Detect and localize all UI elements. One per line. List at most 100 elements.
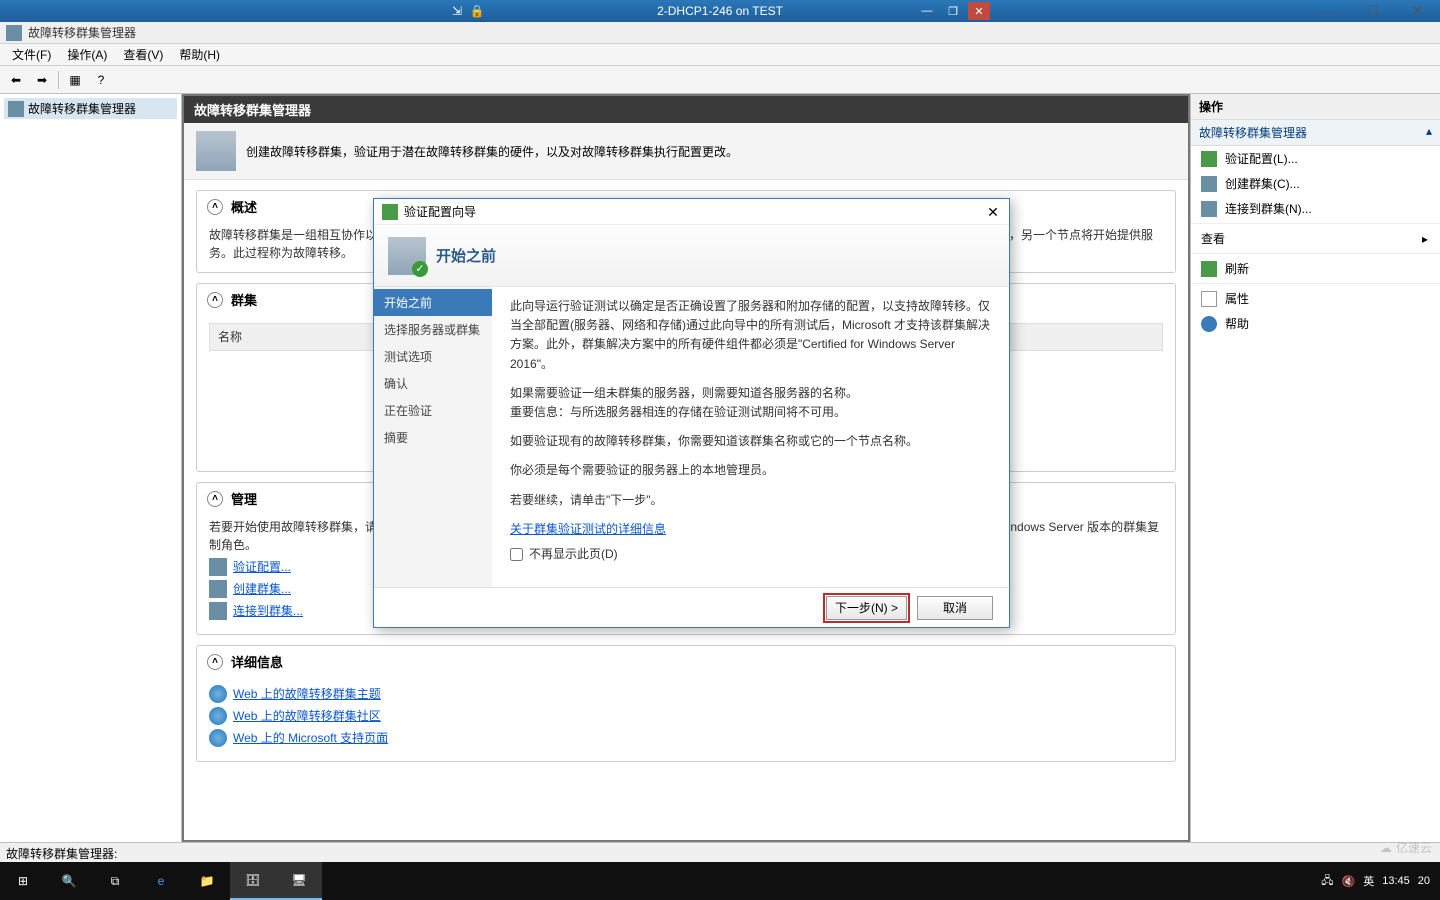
statusbar: 故障转移群集管理器: [0, 842, 1440, 862]
mgmt-link-label: 创建群集... [233, 580, 291, 598]
wizard-cancel-button[interactable]: 取消 [917, 596, 993, 620]
validate-icon [209, 558, 227, 576]
tray-ime[interactable]: 英 [1363, 873, 1374, 889]
wizard-banner-icon [388, 237, 426, 275]
menubar: 文件(F) 操作(A) 查看(V) 帮助(H) [0, 44, 1440, 66]
intro-text: 创建故障转移群集，验证用于潜在故障转移群集的硬件，以及对故障转移群集执行配置更改… [246, 143, 738, 160]
action-properties[interactable]: 属性 [1191, 286, 1440, 311]
win-maximize-button[interactable]: ☐ [1350, 0, 1395, 22]
action-help[interactable]: 帮助 [1191, 311, 1440, 336]
tree-root-node[interactable]: 故障转移群集管理器 [4, 98, 177, 119]
nav-back-button[interactable]: ⬅ [4, 69, 28, 91]
pane-toggle-button[interactable]: ▦ [63, 69, 87, 91]
taskbar-ie-icon[interactable]: e [138, 862, 184, 900]
wizard-nav-item[interactable]: 摘要 [374, 424, 492, 451]
chevron-up-icon[interactable]: ˄ [207, 491, 223, 507]
watermark-text: 亿速云 [1396, 839, 1432, 856]
menu-file[interactable]: 文件(F) [4, 44, 59, 65]
detail-link-topics[interactable]: Web 上的故障转移群集主题 [209, 685, 1163, 703]
wizard-footer: 下一步(N) > 取消 [374, 587, 1009, 627]
detail-link-support[interactable]: Web 上的 Microsoft 支持页面 [209, 729, 1163, 747]
vm-titlebar: ⇲ 🔒 2-DHCP1-246 on TEST — ❐ ✕ [0, 0, 1440, 22]
wizard-nav-item[interactable]: 测试选项 [374, 343, 492, 370]
help-icon [1201, 316, 1217, 332]
wizard-nav-item[interactable]: 确认 [374, 370, 492, 397]
wizard-details-link[interactable]: 关于群集验证测试的详细信息 [510, 522, 666, 536]
section-details: ˄详细信息 Web 上的故障转移群集主题 Web 上的故障转移群集社区 Web … [196, 645, 1176, 762]
actions-subheader[interactable]: 故障转移群集管理器 [1191, 120, 1440, 146]
wizard-nav: 开始之前 选择服务器或群集 测试选项 确认 正在验证 摘要 [374, 287, 492, 587]
action-connect-cluster[interactable]: 连接到群集(N)... [1191, 196, 1440, 221]
validate-config-wizard: 验证配置向导 ✕ 开始之前 开始之前 选择服务器或群集 测试选项 确认 正在验证… [373, 198, 1010, 628]
action-create-cluster[interactable]: 创建群集(C)... [1191, 171, 1440, 196]
wizard-dont-show-checkbox[interactable] [510, 548, 523, 561]
taskbar-servermgr-icon[interactable]: 🗄 [230, 862, 276, 900]
task-view-button[interactable]: ⧉ [92, 862, 138, 900]
wizard-paragraph: 如果需要验证一组未群集的服务器，则需要知道各服务器的名称。 [510, 386, 858, 400]
tray-volume-icon[interactable]: 🔇 [1342, 875, 1356, 888]
wizard-nav-item[interactable]: 正在验证 [374, 397, 492, 424]
wizard-nav-item[interactable]: 开始之前 [374, 289, 492, 316]
action-label: 连接到群集(N)... [1225, 200, 1312, 217]
pin-icon[interactable]: ⇲ [450, 4, 464, 18]
start-button[interactable]: ⊞ [0, 862, 46, 900]
wizard-paragraph: 若要继续，请单击"下一步"。 [510, 491, 991, 510]
system-tray: 🖧 🔇 英 13:45 20 [1321, 872, 1440, 891]
nav-fwd-button[interactable]: ➡ [30, 69, 54, 91]
actions-pane: 操作 故障转移群集管理器 验证配置(L)... 创建群集(C)... 连接到群集… [1190, 94, 1440, 842]
menu-view[interactable]: 查看(V) [115, 44, 171, 65]
app-titlebar: 故障转移群集管理器 — ☐ ✕ [0, 22, 1440, 44]
chevron-up-icon[interactable]: ˄ [207, 654, 223, 670]
globe-icon [209, 729, 227, 747]
separator [58, 71, 59, 89]
taskbar-clustermgr-icon[interactable]: 🖥 [276, 862, 322, 900]
tray-clock[interactable]: 13:45 [1382, 875, 1410, 887]
chevron-up-icon[interactable]: ˄ [207, 199, 223, 215]
lock-icon[interactable]: 🔒 [470, 4, 484, 18]
menu-help[interactable]: 帮助(H) [171, 44, 228, 65]
action-label: 刷新 [1225, 260, 1249, 277]
center-intro: 创建故障转移群集，验证用于潜在故障转移群集的硬件，以及对故障转移群集执行配置更改… [184, 123, 1188, 180]
search-button[interactable]: 🔍 [46, 862, 92, 900]
win-minimize-button[interactable]: — [1305, 0, 1350, 22]
taskbar-explorer-icon[interactable]: 📁 [184, 862, 230, 900]
watermark: ☁ 亿速云 [1380, 839, 1432, 856]
wizard-paragraph: 如要验证现有的故障转移群集，你需要知道该群集名称或它的一个节点名称。 [510, 432, 991, 451]
chevron-right-icon: ▸ [1422, 232, 1428, 246]
wizard-nav-item[interactable]: 选择服务器或群集 [374, 316, 492, 343]
wizard-next-button[interactable]: 下一步(N) > [826, 596, 907, 620]
app-icon [6, 25, 22, 41]
refresh-icon [1201, 261, 1217, 277]
detail-link-community[interactable]: Web 上的故障转移群集社区 [209, 707, 1163, 725]
wizard-close-button[interactable]: ✕ [983, 202, 1003, 222]
wizard-checkbox-label: 不再显示此页(D) [529, 545, 618, 564]
action-validate[interactable]: 验证配置(L)... [1191, 146, 1440, 171]
action-refresh[interactable]: 刷新 [1191, 256, 1440, 281]
action-view[interactable]: 查看▸ [1191, 226, 1440, 251]
vm-close-button[interactable]: ✕ [968, 2, 990, 20]
connect-cluster-icon [1201, 201, 1217, 217]
globe-icon [209, 707, 227, 725]
tray-date-partial: 20 [1418, 875, 1430, 887]
vm-minimize-button[interactable]: — [916, 2, 938, 20]
action-label: 帮助 [1225, 315, 1249, 332]
tree-root-label: 故障转移群集管理器 [28, 100, 136, 117]
tray-network-icon[interactable]: 🖧 [1321, 872, 1333, 891]
wizard-content: 此向导运行验证测试以确定是否正确设置了服务器和附加存储的配置，以支持故障转移。仅… [492, 287, 1009, 587]
actions-header: 操作 [1191, 94, 1440, 120]
detail-link-label: Web 上的 Microsoft 支持页面 [233, 729, 388, 747]
wizard-titlebar[interactable]: 验证配置向导 ✕ [374, 199, 1009, 225]
win-close-button[interactable]: ✕ [1395, 0, 1440, 22]
menu-action[interactable]: 操作(A) [59, 44, 115, 65]
connect-icon [209, 602, 227, 620]
clusters-heading: 群集 [231, 290, 257, 309]
create-icon [209, 580, 227, 598]
create-cluster-icon [1201, 176, 1217, 192]
vm-restore-button[interactable]: ❐ [942, 2, 964, 20]
help-toolbar-button[interactable]: ? [89, 69, 113, 91]
action-label: 验证配置(L)... [1225, 150, 1298, 167]
chevron-up-icon[interactable]: ˄ [207, 292, 223, 308]
mgmt-link-label: 验证配置... [233, 558, 291, 576]
status-text: 故障转移群集管理器: [6, 847, 117, 861]
tray-time: 13:45 [1382, 875, 1410, 887]
